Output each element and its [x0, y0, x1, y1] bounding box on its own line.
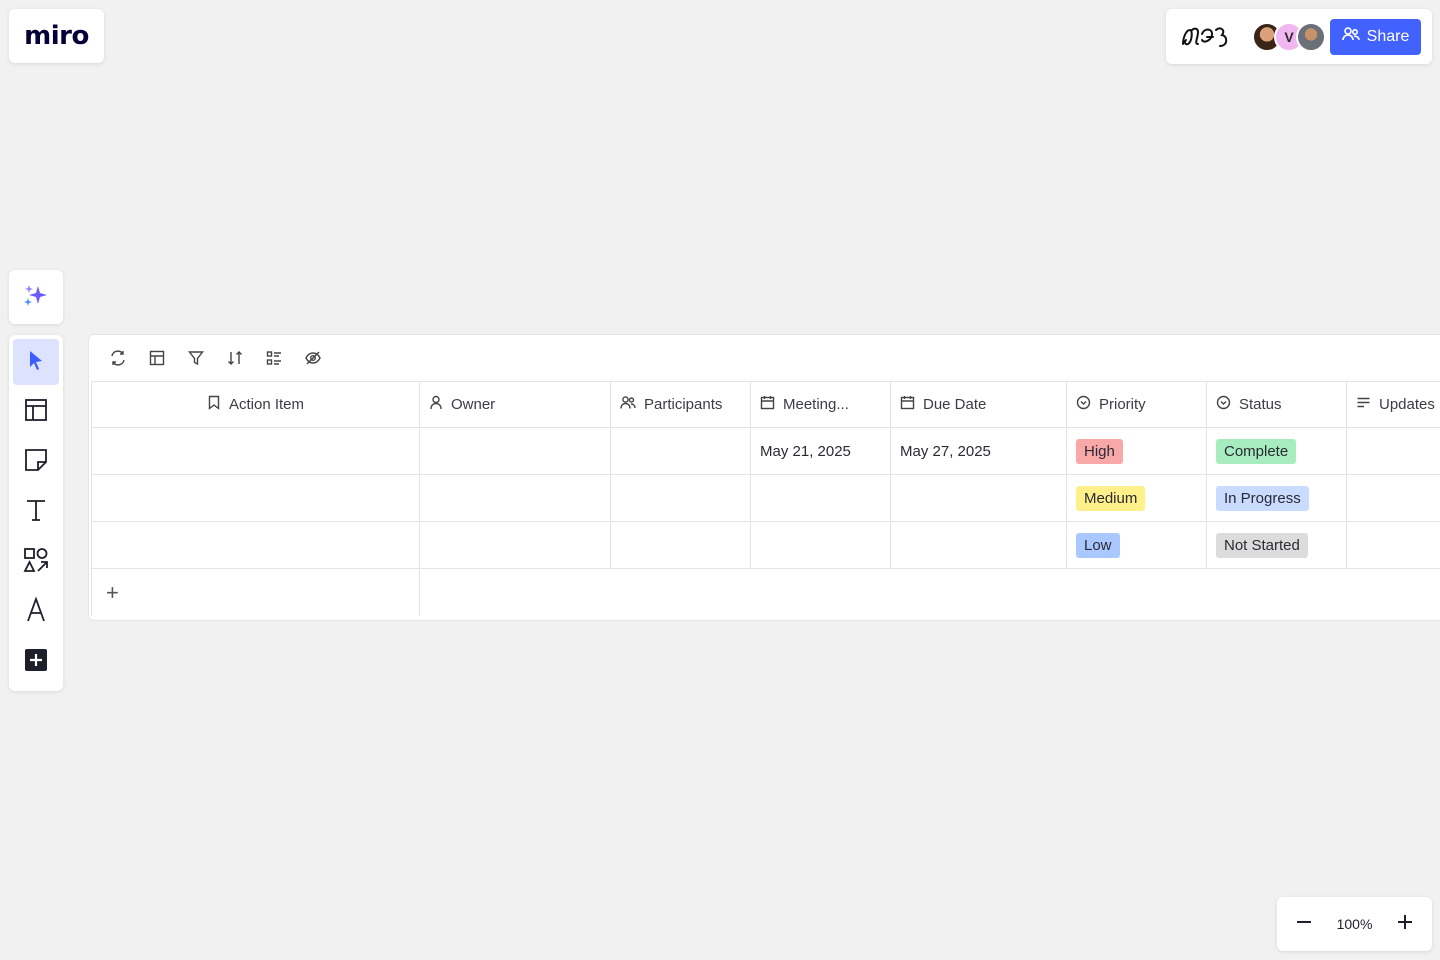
user-icon [429, 395, 443, 414]
cell-updates[interactable] [1347, 475, 1440, 521]
avatar[interactable] [1296, 21, 1326, 52]
data-table: Action Item Owner Participants Meeting..… [88, 334, 1440, 621]
templates-icon [24, 398, 48, 427]
column-header-owner[interactable]: Owner [420, 382, 611, 427]
cell-due-date[interactable] [891, 475, 1067, 521]
table-row[interactable]: Medium In Progress [91, 475, 1440, 522]
pen-icon [24, 595, 48, 628]
pen-tool[interactable] [13, 589, 59, 635]
table-header-row: Action Item Owner Participants Meeting..… [91, 381, 1440, 428]
ai-assist-panel[interactable] [9, 270, 63, 324]
sparkle-icon [23, 282, 49, 313]
column-header-meeting-date[interactable]: Meeting... [751, 382, 891, 427]
select-icon [1076, 395, 1091, 414]
cell-meeting-date[interactable]: May 21, 2025 [751, 428, 891, 474]
cell-priority[interactable]: Medium [1067, 475, 1207, 521]
shapes-icon [23, 547, 49, 578]
calendar-icon [900, 395, 915, 414]
refresh-icon[interactable] [107, 347, 129, 369]
table-toolbar [89, 335, 1440, 381]
column-header-due-date[interactable]: Due Date [891, 382, 1067, 427]
share-button[interactable]: Share [1330, 18, 1421, 55]
zoom-in-button[interactable] [1394, 913, 1416, 935]
cell-participants[interactable] [611, 522, 751, 568]
table-layout-icon[interactable] [146, 347, 168, 369]
calendar-icon [760, 395, 775, 414]
cell-meeting-date[interactable] [751, 475, 891, 521]
sticky-note-tool[interactable] [13, 439, 59, 485]
cell-priority[interactable]: Low [1067, 522, 1207, 568]
status-tag: Complete [1216, 438, 1297, 464]
cell-due-date[interactable]: May 27, 2025 [891, 428, 1067, 474]
column-header-priority[interactable]: Priority [1067, 382, 1207, 427]
status-tag: Not Started [1216, 532, 1308, 558]
logo-panel[interactable]: miro [9, 9, 104, 63]
select-tool[interactable] [13, 339, 59, 385]
cell-owner[interactable] [420, 428, 611, 474]
users-icon [1341, 26, 1360, 47]
select-icon [1216, 395, 1231, 414]
sticky-note-icon [24, 448, 48, 477]
add-row: + [91, 569, 1440, 616]
cell-status[interactable]: Not Started [1207, 522, 1347, 568]
select-cursor-icon [26, 349, 46, 376]
priority-tag: Medium [1076, 485, 1146, 511]
cell-meeting-date[interactable] [751, 522, 891, 568]
templates-tool[interactable] [13, 389, 59, 435]
cell-owner[interactable] [420, 475, 611, 521]
column-header-updates[interactable]: Updates [1347, 382, 1440, 427]
cell-owner[interactable] [420, 522, 611, 568]
table-grid: Action Item Owner Participants Meeting..… [91, 381, 1440, 616]
cell-updates[interactable] [1347, 428, 1440, 474]
sort-icon[interactable] [224, 347, 246, 369]
group-icon[interactable] [263, 347, 285, 369]
text-lines-icon [1356, 395, 1371, 414]
miro-logo: miro [24, 21, 89, 51]
cell-action-item[interactable] [91, 428, 420, 474]
cell-participants[interactable] [611, 475, 751, 521]
table-row[interactable]: Low Not Started [91, 522, 1440, 569]
add-more-icon [24, 648, 48, 677]
column-header-action-item[interactable]: Action Item [91, 382, 420, 427]
board-doodle-icon[interactable] [1180, 22, 1232, 52]
zoom-out-button[interactable] [1293, 913, 1315, 935]
cell-status[interactable]: In Progress [1207, 475, 1347, 521]
zoom-level[interactable]: 100% [1337, 916, 1373, 932]
cell-due-date[interactable] [891, 522, 1067, 568]
column-header-participants[interactable]: Participants [611, 382, 751, 427]
filter-icon[interactable] [185, 347, 207, 369]
creation-toolbar [9, 335, 63, 691]
cell-priority[interactable]: High [1067, 428, 1207, 474]
minus-icon [1295, 913, 1313, 936]
share-label: Share [1366, 27, 1410, 45]
cell-action-item[interactable] [91, 475, 420, 521]
hide-fields-icon[interactable] [302, 347, 324, 369]
priority-tag: High [1076, 438, 1123, 464]
users-icon [620, 395, 636, 414]
top-right-bar: V Share [1166, 9, 1432, 64]
add-more-tool[interactable] [13, 639, 59, 685]
bookmark-icon [207, 395, 221, 414]
zoom-controls: 100% [1277, 897, 1432, 951]
shapes-tool[interactable] [13, 539, 59, 585]
text-icon [24, 498, 48, 527]
cell-participants[interactable] [611, 428, 751, 474]
cell-updates[interactable] [1347, 522, 1440, 568]
table-row[interactable]: May 21, 2025 May 27, 2025 High Complete [91, 428, 1440, 475]
column-header-status[interactable]: Status [1207, 382, 1347, 427]
collaborator-avatars: V [1252, 21, 1326, 52]
text-tool[interactable] [13, 489, 59, 535]
cell-action-item[interactable] [91, 522, 420, 568]
plus-icon [1396, 913, 1414, 936]
priority-tag: Low [1076, 532, 1120, 558]
status-tag: In Progress [1216, 485, 1309, 511]
add-row-button[interactable]: + [91, 569, 420, 616]
cell-status[interactable]: Complete [1207, 428, 1347, 474]
